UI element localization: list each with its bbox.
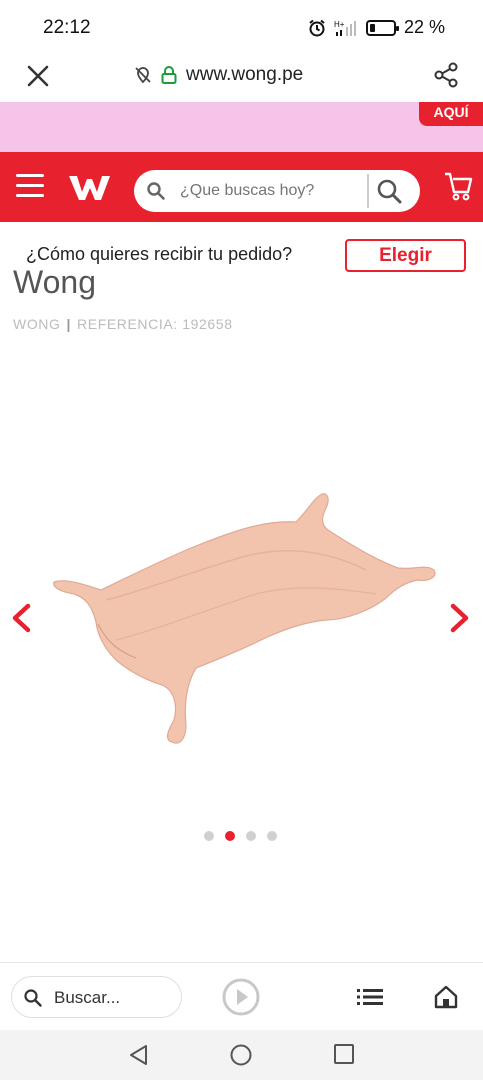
svg-text:H+: H+ bbox=[334, 20, 345, 29]
status-time: 22:12 bbox=[43, 17, 91, 38]
product-image bbox=[53, 493, 436, 744]
promo-button[interactable]: AQUÍ bbox=[419, 102, 483, 126]
wong-logo[interactable] bbox=[66, 170, 112, 204]
product-carousel[interactable] bbox=[0, 340, 483, 820]
location-off-icon bbox=[135, 67, 151, 84]
battery-icon bbox=[365, 19, 399, 36]
chevron-left-icon[interactable] bbox=[8, 602, 34, 634]
search-divider bbox=[367, 174, 369, 208]
home-nav-icon[interactable] bbox=[229, 1043, 253, 1067]
browser-toolbar: Buscar... bbox=[0, 962, 483, 1030]
meta-separator: | bbox=[66, 316, 72, 332]
back-icon[interactable] bbox=[127, 1043, 151, 1067]
carousel-dot[interactable] bbox=[267, 831, 277, 841]
cart-icon[interactable] bbox=[443, 170, 473, 202]
play-icon[interactable] bbox=[221, 977, 261, 1017]
search-icon bbox=[24, 989, 42, 1007]
home-icon[interactable] bbox=[433, 984, 459, 1010]
menu-icon[interactable] bbox=[16, 174, 44, 198]
chevron-right-icon[interactable] bbox=[447, 602, 473, 634]
search-icon bbox=[147, 182, 165, 200]
status-bar: 22:12 H+ 22 % bbox=[0, 0, 483, 52]
url-text: www.wong.pe bbox=[186, 64, 304, 85]
signal-icon: H+ bbox=[334, 20, 356, 36]
search-submit-icon[interactable] bbox=[373, 176, 405, 206]
list-icon[interactable] bbox=[357, 987, 383, 1007]
status-icons: H+ 22 % bbox=[308, 17, 445, 38]
product-brand: WONG bbox=[13, 316, 61, 332]
toolbar-search[interactable]: Buscar... bbox=[11, 976, 182, 1018]
product-title: Wong bbox=[13, 270, 97, 300]
delivery-question: ¿Cómo quieres recibir tu pedido? bbox=[26, 244, 293, 264]
browser-url-bar: www.wong.pe bbox=[0, 52, 483, 102]
lock-icon bbox=[161, 66, 177, 84]
product-reference: REFERENCIA: 192658 bbox=[77, 316, 233, 332]
elegir-button[interactable]: Elegir bbox=[345, 239, 466, 272]
battery-percent: 22 % bbox=[403, 17, 445, 37]
product-meta: WONG | REFERENCIA: 192658 bbox=[13, 316, 233, 332]
share-icon[interactable] bbox=[431, 60, 461, 90]
search-input[interactable] bbox=[180, 170, 365, 212]
url-field[interactable]: www.wong.pe bbox=[134, 64, 303, 86]
site-header bbox=[0, 152, 483, 222]
promo-banner[interactable]: AQUÍ bbox=[0, 102, 483, 152]
carousel-dot[interactable] bbox=[225, 831, 235, 841]
toolbar-search-label: Buscar... bbox=[54, 988, 121, 1007]
recents-icon[interactable] bbox=[333, 1043, 355, 1065]
carousel-indicators bbox=[204, 831, 277, 841]
search-box[interactable] bbox=[134, 170, 420, 212]
system-nav-bar bbox=[0, 1030, 483, 1080]
carousel-dot[interactable] bbox=[204, 831, 214, 841]
carousel-dot[interactable] bbox=[246, 831, 256, 841]
close-icon[interactable] bbox=[24, 62, 52, 90]
alarm-icon bbox=[309, 19, 325, 36]
